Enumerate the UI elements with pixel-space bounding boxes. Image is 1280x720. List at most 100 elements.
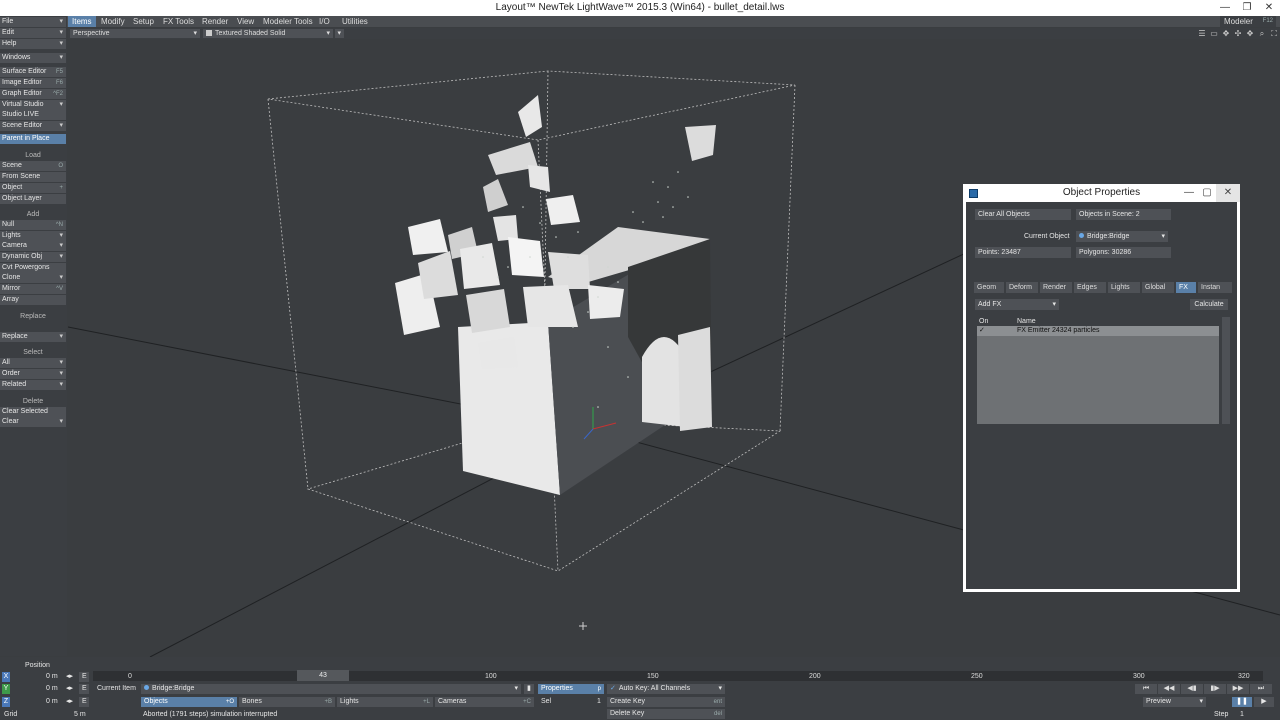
image-editor-button[interactable]: Image Editor F6 [0,78,66,88]
surface-editor-button[interactable]: Surface Editor F5 [0,67,66,77]
tab-modify[interactable]: Modify [97,16,129,27]
preview-select[interactable]: Preview ▾ [1143,697,1206,707]
move-view-icon[interactable]: ✥ [1220,28,1232,39]
tab-global[interactable]: Global [1142,282,1174,293]
studio-live-button[interactable]: Studio LIVE [0,110,66,120]
y-axis-label[interactable]: Y [2,684,10,694]
parent-in-place-button[interactable]: Parent in Place [0,134,66,144]
file-menu[interactable]: File [0,17,66,27]
tab-modeler-tools[interactable]: Modeler Tools [259,16,317,27]
tab-render[interactable]: Render [1040,282,1072,293]
pause-icon[interactable]: ❚❚ [1232,697,1252,707]
minimize-button[interactable]: — [1214,0,1236,16]
add-camera-menu[interactable]: Camera [0,241,66,251]
step-forward-icon[interactable]: ▮▶ [1204,684,1226,694]
objects-mode-button[interactable]: Objects +O [141,697,237,707]
create-key-button[interactable]: Create Key ent [607,697,725,707]
cameras-mode-button[interactable]: Cameras +C [435,697,534,707]
restore-button[interactable]: ❐ [1236,0,1258,16]
tab-edges[interactable]: Edges [1074,282,1106,293]
add-null-button[interactable]: Null ^N [0,220,66,230]
tab-render[interactable]: Render [198,16,232,27]
tab-deform[interactable]: Deform [1006,282,1038,293]
z-key-toggle-icon[interactable]: ◂▸ [66,697,73,707]
go-to-end-icon[interactable]: ⏭ [1250,684,1272,694]
tab-instance[interactable]: Instan [1198,282,1232,293]
rotate-view-icon[interactable]: ✣ [1232,28,1244,39]
panel-maximize-icon[interactable]: ▢ [1198,184,1216,202]
clone-menu[interactable]: Clone [0,273,66,283]
delete-key-button[interactable]: Delete Key del [607,709,725,719]
select-order-menu[interactable]: Order [0,369,66,379]
graph-editor-button[interactable]: Graph Editor ^F2 [0,89,66,99]
select-related-menu[interactable]: Related [0,380,66,390]
cvt-powergons-button[interactable]: Cvt Powergons [0,263,66,273]
item-info-icon[interactable]: ▮ [524,684,534,694]
shading-mode-select[interactable]: Textured Shaded Solid [203,29,333,38]
windows-menu[interactable]: Windows [0,53,66,63]
y-envelope-button[interactable]: E [79,684,89,694]
fx-list-scrollbar[interactable] [1222,317,1230,424]
add-fx-select[interactable]: Add FX ▾ [975,299,1059,310]
y-position-value[interactable]: 0 m [46,684,58,694]
tab-fx-tools[interactable]: FX Tools [159,16,198,27]
timeline-track[interactable] [93,671,1263,681]
properties-button[interactable]: Properties p [538,684,604,694]
step-back-icon[interactable]: ◀▮ [1181,684,1203,694]
mirror-button[interactable]: Mirror ^V [0,284,66,294]
calculate-button[interactable]: Calculate [1190,299,1228,310]
virtual-studio-menu[interactable]: Virtual Studio [0,100,66,110]
panel-minimize-icon[interactable]: — [1180,184,1198,202]
auto-key-select[interactable]: ✓ Auto Key: All Channels ▾ [607,684,725,694]
z-axis-label[interactable]: Z [2,697,10,707]
x-envelope-button[interactable]: E [79,672,89,682]
z-position-value[interactable]: 0 m [46,697,58,707]
current-object-select[interactable]: Bridge:Bridge ▾ [1076,231,1168,242]
panel-close-icon[interactable]: ✕ [1216,184,1240,202]
bones-mode-button[interactable]: Bones +B [239,697,335,707]
clear-menu[interactable]: Clear [0,417,66,427]
select-all-menu[interactable]: All [0,358,66,368]
clear-selected-button[interactable]: Clear Selected [0,407,66,417]
step-value[interactable]: 1 [1240,710,1244,720]
go-to-start-icon[interactable]: ⏮ [1135,684,1157,694]
x-position-value[interactable]: 0 m [46,672,58,682]
current-item-select[interactable]: Bridge:Bridge ▾ [141,684,521,694]
replace-menu[interactable]: Replace [0,332,66,342]
array-button[interactable]: Array [0,295,66,305]
next-key-icon[interactable]: ▶▶ [1227,684,1249,694]
load-scene-button[interactable]: Scene O [0,161,66,171]
load-object-layer-button[interactable]: Object Layer [0,194,66,204]
tab-io[interactable]: I/O [315,16,334,27]
panel-icon[interactable]: ▭ [1208,28,1220,39]
scene-editor-menu[interactable]: Scene Editor [0,121,66,131]
load-object-button[interactable]: Object + [0,183,66,193]
tab-fx[interactable]: FX [1176,282,1196,293]
view-type-select[interactable]: Perspective [70,29,200,38]
clear-all-objects-button[interactable]: Clear All Objects [975,209,1071,220]
tab-setup[interactable]: Setup [129,16,158,27]
tab-items[interactable]: Items [68,16,96,27]
lights-mode-button[interactable]: Lights +L [337,697,433,707]
add-dynamic-obj-menu[interactable]: Dynamic Obj [0,252,66,262]
x-key-toggle-icon[interactable]: ◂▸ [66,672,73,682]
tab-lights[interactable]: Lights [1108,282,1140,293]
viewport-options-dropdown[interactable] [335,29,344,38]
load-from-scene-button[interactable]: From Scene [0,172,66,182]
tab-geom[interactable]: Geom [974,282,1004,293]
zoom-view-icon[interactable]: ⌕ [1256,28,1268,39]
timeline-slider-handle[interactable]: 43 [297,670,349,681]
play-icon[interactable]: ▶ [1254,697,1274,707]
tab-utilities[interactable]: Utilities [338,16,372,27]
z-envelope-button[interactable]: E [79,697,89,707]
help-menu[interactable]: Help [0,39,66,49]
close-button[interactable]: ✕ [1258,0,1280,16]
orbit-view-icon[interactable]: ✥ [1244,28,1256,39]
grid-value[interactable]: 5 m [74,710,86,720]
tab-view[interactable]: View [233,16,258,27]
fx-list-item[interactable]: ✓ FX Emitter 24324 particles [977,326,1219,336]
x-axis-label[interactable]: X [2,672,10,682]
maximize-view-icon[interactable]: ⛶ [1268,28,1280,39]
previous-key-icon[interactable]: ◀◀ [1158,684,1180,694]
modeler-button[interactable]: Modeler F12 [1220,16,1276,27]
